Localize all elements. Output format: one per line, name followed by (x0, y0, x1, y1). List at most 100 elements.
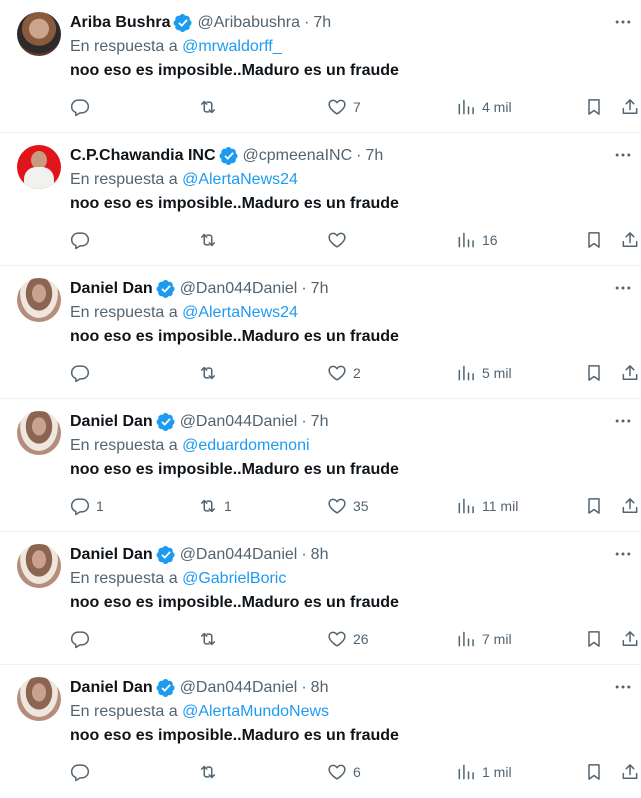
reply-button[interactable] (70, 228, 96, 252)
tweet-time[interactable]: 7h (311, 278, 329, 300)
tweet-header: Daniel Dan @Dan044Daniel · 7h (70, 278, 328, 300)
views-chart-icon (458, 232, 474, 248)
like-button[interactable]: 26 (327, 627, 369, 651)
reply-prefix: En respuesta a (70, 171, 178, 188)
avatar[interactable] (17, 278, 61, 322)
bookmark-button[interactable] (584, 760, 604, 784)
like-button[interactable]: 35 (327, 494, 369, 518)
author-name[interactable]: Ariba Bushra (70, 12, 170, 34)
share-button[interactable] (620, 361, 640, 385)
verified-badge-icon (156, 679, 175, 697)
reply-button[interactable] (70, 95, 96, 119)
reply-prefix: En respuesta a (70, 570, 178, 587)
reply-context: En respuesta a @AlertaNews24 (70, 302, 298, 324)
verified-badge-icon (156, 546, 175, 564)
more-options-icon[interactable] (613, 544, 633, 564)
view-count: 4 mil (482, 99, 512, 115)
tweet-time[interactable]: 7h (313, 12, 331, 34)
retweet-button[interactable] (198, 228, 224, 252)
bookmark-button[interactable] (584, 228, 604, 252)
author-name[interactable]: Daniel Dan (70, 278, 153, 300)
author-handle[interactable]: @cpmeenaINC (243, 145, 353, 167)
retweet-icon (201, 366, 215, 380)
author-handle[interactable]: @Dan044Daniel (180, 544, 298, 566)
views-button[interactable]: 5 mil (456, 361, 512, 385)
retweet-button[interactable] (198, 627, 224, 651)
more-options-icon[interactable] (613, 677, 633, 697)
reply-mention-link[interactable]: @AlertaNews24 (182, 171, 298, 188)
more-options-icon[interactable] (613, 145, 633, 165)
views-chart-icon (458, 498, 474, 514)
more-options-icon[interactable] (613, 411, 633, 431)
share-button[interactable] (620, 494, 640, 518)
avatar[interactable] (17, 544, 61, 588)
view-count: 16 (482, 232, 498, 248)
retweet-button[interactable] (198, 95, 224, 119)
separator-dot: · (301, 679, 307, 696)
retweet-button[interactable] (198, 361, 224, 385)
more-options-icon[interactable] (613, 12, 633, 32)
views-button[interactable]: 11 mil (456, 494, 518, 518)
retweet-button[interactable]: 1 (198, 494, 232, 518)
like-count: 6 (353, 764, 361, 780)
tweet[interactable]: Ariba Bushra @Aribabushra · 7h En respue… (0, 0, 641, 133)
tweet-time[interactable]: 8h (311, 544, 329, 566)
views-chart-icon (458, 99, 474, 115)
reply-context: En respuesta a @mrwaldorff_ (70, 36, 282, 58)
reply-button[interactable]: 1 (70, 494, 104, 518)
tweet-header: Daniel Dan @Dan044Daniel · 8h (70, 677, 328, 699)
author-handle[interactable]: @Dan044Daniel (180, 278, 298, 300)
like-count: 7 (353, 99, 361, 115)
tweet-time[interactable]: 7h (365, 145, 383, 167)
share-button[interactable] (620, 228, 640, 252)
tweet[interactable]: Daniel Dan @Dan044Daniel · 7h En respues… (0, 399, 641, 532)
share-button[interactable] (620, 760, 640, 784)
author-handle[interactable]: @Dan044Daniel (180, 677, 298, 699)
avatar[interactable] (17, 145, 61, 189)
views-button[interactable]: 7 mil (456, 627, 512, 651)
tweet[interactable]: Daniel Dan @Dan044Daniel · 7h En respues… (0, 266, 641, 399)
tweet-time[interactable]: 7h (311, 411, 329, 433)
avatar[interactable] (17, 411, 61, 455)
author-handle[interactable]: @Dan044Daniel (180, 411, 298, 433)
views-button[interactable]: 4 mil (456, 95, 512, 119)
retweet-button[interactable] (198, 760, 224, 784)
bookmark-button[interactable] (584, 95, 604, 119)
views-button[interactable]: 1 mil (456, 760, 512, 784)
like-button[interactable]: 2 (327, 361, 361, 385)
reply-mention-link[interactable]: @AlertaNews24 (182, 304, 298, 321)
bookmark-button[interactable] (584, 494, 604, 518)
retweet-icon (201, 765, 215, 779)
reply-button[interactable] (70, 361, 96, 385)
reply-button[interactable] (70, 760, 96, 784)
author-handle[interactable]: @Aribabushra (197, 12, 300, 34)
author-name[interactable]: Daniel Dan (70, 677, 153, 699)
tweet-time[interactable]: 8h (311, 677, 329, 699)
like-button[interactable]: 7 (327, 95, 361, 119)
bookmark-button[interactable] (584, 361, 604, 385)
author-name[interactable]: Daniel Dan (70, 411, 153, 433)
reply-icon (70, 498, 90, 516)
separator-dot: · (301, 546, 307, 563)
tweet[interactable]: C.P.Chawandia INC @cpmeenaINC · 7h En re… (0, 133, 641, 266)
reply-mention-link[interactable]: @eduardomenoni (182, 437, 309, 454)
views-button[interactable]: 16 (456, 228, 498, 252)
reply-button[interactable] (70, 627, 96, 651)
tweet[interactable]: Daniel Dan @Dan044Daniel · 8h En respues… (0, 665, 641, 798)
tweet-actions: 6 1 mil (70, 760, 641, 784)
avatar[interactable] (17, 12, 61, 56)
tweet[interactable]: Daniel Dan @Dan044Daniel · 8h En respues… (0, 532, 641, 665)
reply-mention-link[interactable]: @GabrielBoric (182, 570, 286, 587)
bookmark-icon (588, 631, 600, 647)
author-name[interactable]: C.P.Chawandia INC (70, 145, 216, 167)
more-options-icon[interactable] (613, 278, 633, 298)
avatar[interactable] (17, 677, 61, 721)
like-button[interactable] (327, 228, 353, 252)
share-button[interactable] (620, 95, 640, 119)
reply-mention-link[interactable]: @mrwaldorff_ (182, 38, 282, 55)
author-name[interactable]: Daniel Dan (70, 544, 153, 566)
bookmark-button[interactable] (584, 627, 604, 651)
like-button[interactable]: 6 (327, 760, 361, 784)
reply-mention-link[interactable]: @AlertaMundoNews (182, 703, 329, 720)
share-button[interactable] (620, 627, 640, 651)
